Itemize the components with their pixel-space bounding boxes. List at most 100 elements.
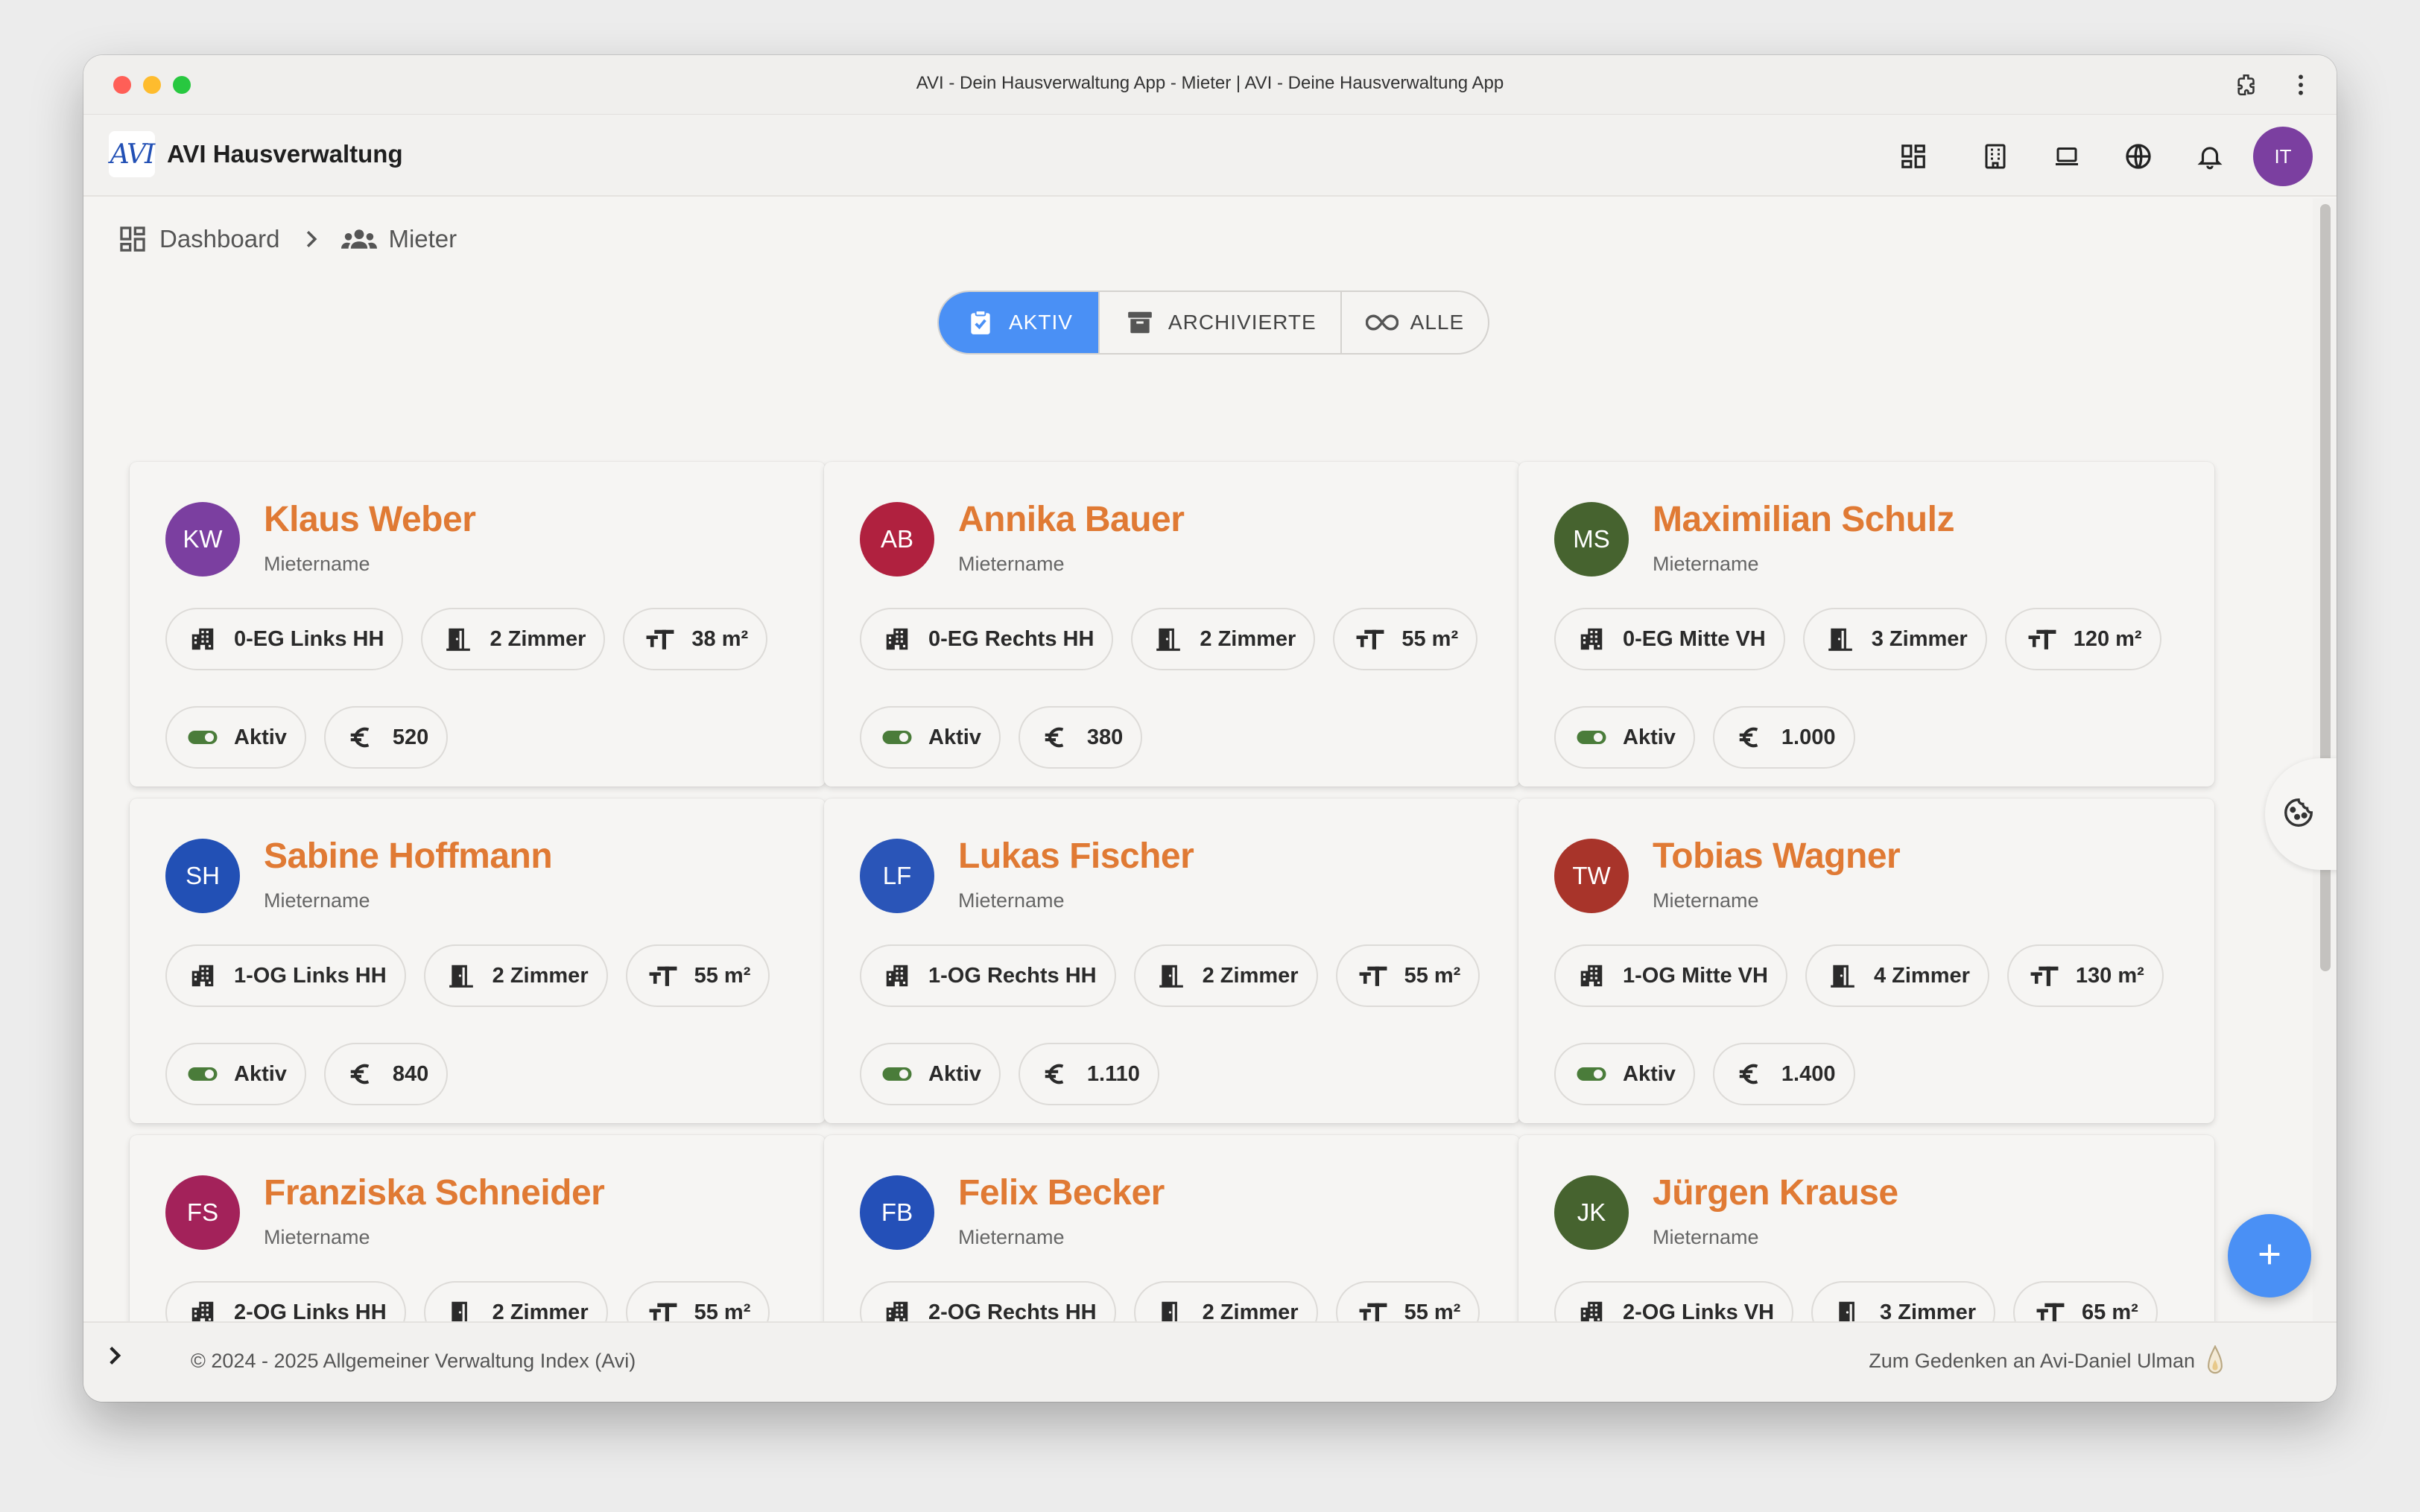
- breadcrumb-dashboard-link[interactable]: Dashboard: [159, 225, 279, 253]
- tenant-name[interactable]: Jürgen Krause: [1653, 1172, 1898, 1213]
- notifications-bell-icon[interactable]: [2193, 140, 2226, 173]
- toggle-on-icon: [186, 721, 219, 754]
- building-icon[interactable]: [1979, 140, 2012, 173]
- status-chip[interactable]: Aktiv: [860, 1043, 1001, 1105]
- area-chip[interactable]: 55 m²: [1335, 944, 1480, 1007]
- tenant-name[interactable]: Tobias Wagner: [1653, 836, 1901, 877]
- app-title[interactable]: AVI Hausverwaltung: [167, 140, 403, 168]
- unit-chip[interactable]: 0-EG Links HH: [165, 608, 404, 670]
- filter-all-button[interactable]: ALLE: [1340, 292, 1488, 353]
- area-chip[interactable]: 38 m²: [623, 608, 768, 670]
- filter-archived-button[interactable]: ARCHIVIERTE: [1097, 292, 1340, 353]
- rooms-chip[interactable]: 4 Zimmer: [1805, 944, 1989, 1007]
- tenant-card[interactable]: MS Maximilian Schulz Mietername 0-EG Mitte …: [1518, 462, 2214, 787]
- footer: © 2024 - 2025 Allgemeiner Verwaltung Ind…: [83, 1321, 2337, 1402]
- extensions-icon[interactable]: [2232, 70, 2262, 100]
- tenant-card[interactable]: TW Tobias Wagner Mietername 1-OG Mitte VH 4 …: [1518, 798, 2214, 1123]
- rooms-chip[interactable]: 2 Zimmer: [421, 608, 606, 670]
- tenant-name[interactable]: Sabine Hoffmann: [264, 836, 553, 877]
- building-icon: [881, 1296, 913, 1321]
- rent-chip[interactable]: 380: [1018, 706, 1143, 769]
- dashboard-icon[interactable]: [1897, 140, 1930, 173]
- tenant-detail-chips: 0-EG Rechts HH 2 Zimmer 55 m² Aktiv 380: [860, 608, 1515, 769]
- rent-chip[interactable]: 520: [323, 706, 449, 769]
- area-chip[interactable]: 55 m²: [625, 1281, 770, 1321]
- tenant-card[interactable]: JK Jürgen Krause Mietername 2-OG Links VH 3 …: [1518, 1135, 2214, 1321]
- unit-chip[interactable]: 0-EG Mitte VH: [1554, 608, 1785, 670]
- area-chip[interactable]: 55 m²: [1335, 1281, 1480, 1321]
- tenant-card[interactable]: LF Lukas Fischer Mietername 1-OG Rechts HH 2…: [824, 798, 1520, 1123]
- euro-icon: [345, 1058, 378, 1090]
- add-tenant-button[interactable]: [2228, 1214, 2311, 1297]
- infinity-icon: [1365, 306, 1399, 339]
- status-chip[interactable]: Aktiv: [165, 1043, 306, 1105]
- rooms-label: 2 Zimmer: [1202, 963, 1299, 988]
- unit-chip[interactable]: 0-EG Rechts HH: [860, 608, 1114, 670]
- door-icon: [1155, 1296, 1188, 1321]
- unit-chip[interactable]: 1-OG Links HH: [165, 944, 406, 1007]
- tenant-name[interactable]: Felix Becker: [958, 1172, 1165, 1213]
- rooms-chip[interactable]: 2 Zimmer: [1131, 608, 1316, 670]
- filter-all-label: ALLE: [1410, 311, 1465, 334]
- tenant-name[interactable]: Franziska Schneider: [264, 1172, 605, 1213]
- euro-icon: [1039, 1058, 1072, 1090]
- language-globe-icon[interactable]: [2122, 140, 2155, 173]
- unit-chip[interactable]: 2-OG Rechts HH: [860, 1281, 1116, 1321]
- unit-chip[interactable]: 2-OG Links HH: [165, 1281, 406, 1321]
- tenant-name-caption: Mietername: [958, 553, 1065, 575]
- unit-chip[interactable]: 2-OG Links VH: [1554, 1281, 1794, 1322]
- tenant-detail-chips: 2-OG Links VH3 Zimmer65 m²Aktiv: [1554, 1281, 2210, 1321]
- status-chip[interactable]: Aktiv: [860, 706, 1001, 769]
- area-chip[interactable]: 55 m²: [1333, 608, 1478, 670]
- size-icon: [1357, 959, 1390, 992]
- more-menu-icon[interactable]: [2286, 70, 2316, 100]
- rooms-chip[interactable]: 2 Zimmer: [423, 944, 608, 1007]
- tenant-detail-chips: 0-EG Links HH 2 Zimmer 38 m² Aktiv 520: [165, 608, 821, 769]
- rooms-chip[interactable]: 2 Zimmer: [1133, 1281, 1318, 1321]
- status-label: Aktiv: [1623, 725, 1676, 749]
- rent-chip[interactable]: 1.000: [1712, 706, 1855, 769]
- filter-active-button[interactable]: AKTIV: [939, 292, 1098, 353]
- status-chip[interactable]: Aktiv: [1554, 1043, 1695, 1105]
- euro-icon: [1734, 1058, 1767, 1090]
- status-chip[interactable]: Aktiv: [1554, 706, 1695, 769]
- rooms-chip[interactable]: 2 Zimmer: [423, 1281, 608, 1321]
- area-chip[interactable]: 65 m²: [2013, 1281, 2158, 1321]
- window-title: AVI - Dein Hausverwaltung App - Mieter |…: [916, 73, 1504, 93]
- expand-chevron-icon[interactable]: [100, 1341, 130, 1370]
- rent-chip[interactable]: 1.400: [1712, 1043, 1855, 1105]
- rooms-chip[interactable]: 2 Zimmer: [1133, 944, 1318, 1007]
- area-chip[interactable]: 130 m²: [2006, 944, 2164, 1007]
- tenant-card[interactable]: KW Klaus Weber Mietername 0-EG Links HH 2 Zi…: [130, 462, 826, 787]
- area-label: 130 m²: [2075, 963, 2144, 988]
- size-icon: [644, 623, 677, 655]
- rent-chip[interactable]: 840: [323, 1043, 449, 1105]
- unit-chip[interactable]: 1-OG Rechts HH: [860, 944, 1116, 1007]
- rooms-chip[interactable]: 3 Zimmer: [1802, 608, 1987, 670]
- user-avatar[interactable]: IT: [2253, 127, 2313, 186]
- rooms-chip[interactable]: 3 Zimmer: [1811, 1281, 1995, 1321]
- unit-label: 2-OG Links VH: [1623, 1300, 1775, 1322]
- status-chip[interactable]: Aktiv: [165, 706, 306, 769]
- tenant-card[interactable]: FS Franziska Schneider Mietername 2-OG Link…: [130, 1135, 826, 1321]
- tenant-name[interactable]: Annika Bauer: [958, 499, 1185, 540]
- euro-icon: [345, 721, 378, 754]
- unit-chip[interactable]: 1-OG Mitte VH: [1554, 944, 1787, 1007]
- area-chip[interactable]: 55 m²: [625, 944, 770, 1007]
- rent-label: 520: [392, 725, 429, 749]
- dashboard-icon: [116, 223, 149, 255]
- app-logo[interactable]: AVI: [109, 131, 155, 177]
- area-label: 120 m²: [2073, 626, 2142, 651]
- laptop-icon[interactable]: [2050, 140, 2083, 173]
- tenant-name[interactable]: Maximilian Schulz: [1653, 499, 1954, 540]
- unit-label: 1-OG Links HH: [234, 963, 387, 988]
- plus-icon: [2255, 1239, 2284, 1273]
- size-icon: [1354, 623, 1387, 655]
- tenant-card[interactable]: AB Annika Bauer Mietername 0-EG Rechts HH 2 …: [824, 462, 1520, 787]
- tenant-name[interactable]: Lukas Fischer: [958, 836, 1194, 877]
- tenant-card[interactable]: FB Felix Becker Mietername 2-OG Rechts HH 2 …: [824, 1135, 1520, 1321]
- area-chip[interactable]: 120 m²: [2004, 608, 2161, 670]
- tenant-card[interactable]: SH Sabine Hoffmann Mietername 1-OG Links HH…: [130, 798, 826, 1123]
- tenant-name[interactable]: Klaus Weber: [264, 499, 476, 540]
- rent-chip[interactable]: 1.110: [1018, 1043, 1159, 1105]
